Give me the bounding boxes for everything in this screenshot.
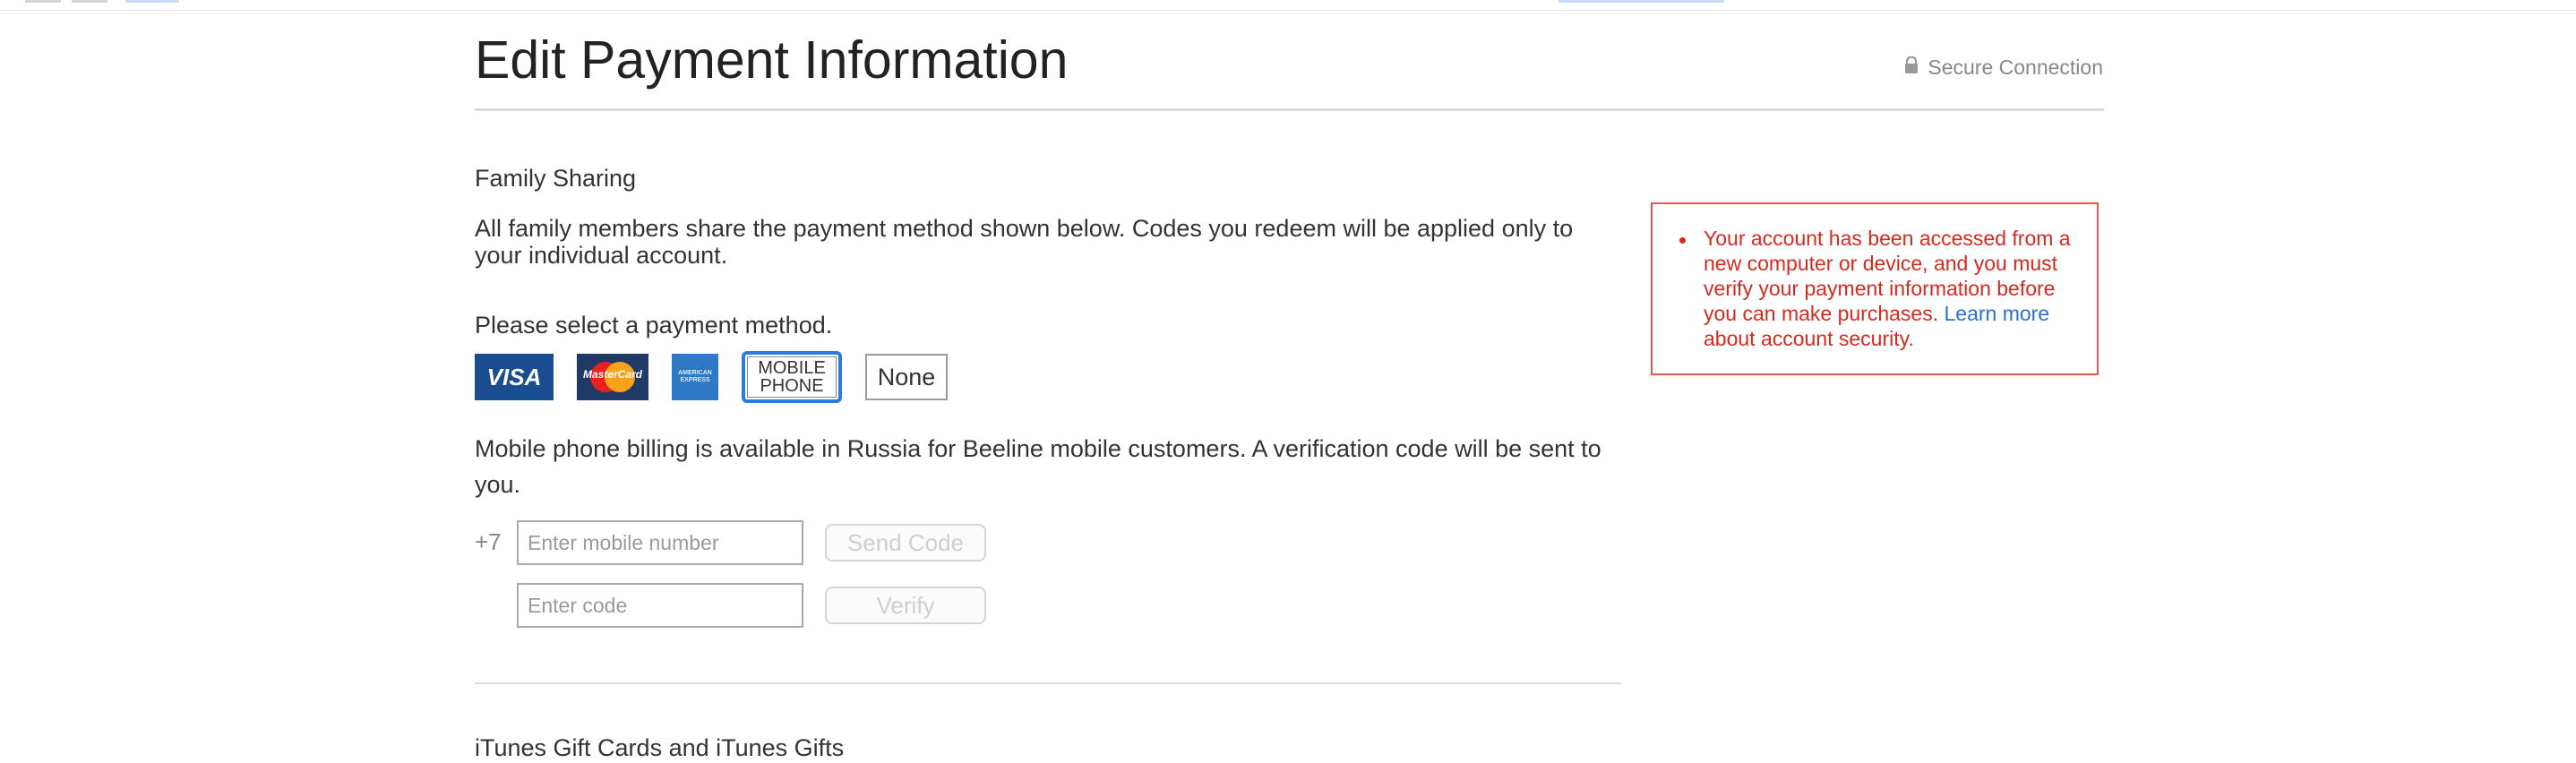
- amex-option[interactable]: AMERICAN EXPRESS: [672, 354, 718, 400]
- amex-label-2: EXPRESS: [680, 377, 710, 383]
- visa-option[interactable]: VISA: [475, 354, 554, 400]
- gift-cards-heading: iTunes Gift Cards and iTunes Gifts: [475, 734, 845, 761]
- secure-connection: Secure Connection: [1904, 56, 2103, 80]
- verification-code-input[interactable]: [517, 583, 803, 628]
- secure-connection-label: Secure Connection: [1928, 56, 2103, 79]
- family-sharing-description: All family members share the payment met…: [475, 215, 1574, 269]
- country-code: +7: [475, 528, 502, 555]
- amex-label-1: AMERICAN: [678, 370, 712, 376]
- security-alert: Your account has been accessed from a ne…: [1651, 202, 2099, 375]
- send-code-button[interactable]: Send Code: [825, 524, 986, 562]
- none-label: None: [877, 363, 936, 390]
- lock-icon: [1904, 56, 1919, 80]
- alert-bullet: [1679, 237, 1686, 244]
- top-tab-4[interactable]: [1558, 0, 1724, 3]
- section-divider: [475, 682, 1621, 684]
- browser-top-strip: [0, 0, 2576, 11]
- payment-method-prompt: Please select a payment method.: [475, 312, 833, 339]
- mobile-label-1: MOBILE: [758, 358, 826, 378]
- none-option[interactable]: None: [865, 354, 948, 400]
- mobile-phone-option[interactable]: MOBILE PHONE: [742, 351, 842, 403]
- top-tab-2[interactable]: [72, 0, 107, 3]
- mastercard-label: MasterCard: [582, 368, 643, 381]
- mobile-billing-info: Mobile phone billing is available in Rus…: [475, 435, 1601, 498]
- alert-link-suffix: about account security.: [1704, 327, 1914, 350]
- visa-logo: VISA: [486, 363, 542, 390]
- mobile-label-2: PHONE: [760, 376, 824, 396]
- family-sharing-heading: Family Sharing: [475, 165, 637, 192]
- mastercard-option[interactable]: MasterCard: [577, 354, 648, 400]
- payment-method-selector: VISA MasterCard AMERICAN EXPRESS MOBILE …: [475, 351, 948, 403]
- top-tab-3[interactable]: [125, 0, 179, 3]
- title-divider: [475, 108, 2104, 111]
- page-title: Edit Payment Information: [475, 30, 1069, 90]
- mobile-number-input[interactable]: [517, 520, 803, 565]
- verify-button[interactable]: Verify: [825, 587, 986, 624]
- top-tab-1[interactable]: [25, 0, 61, 3]
- learn-more-link[interactable]: Learn more: [1944, 302, 2049, 325]
